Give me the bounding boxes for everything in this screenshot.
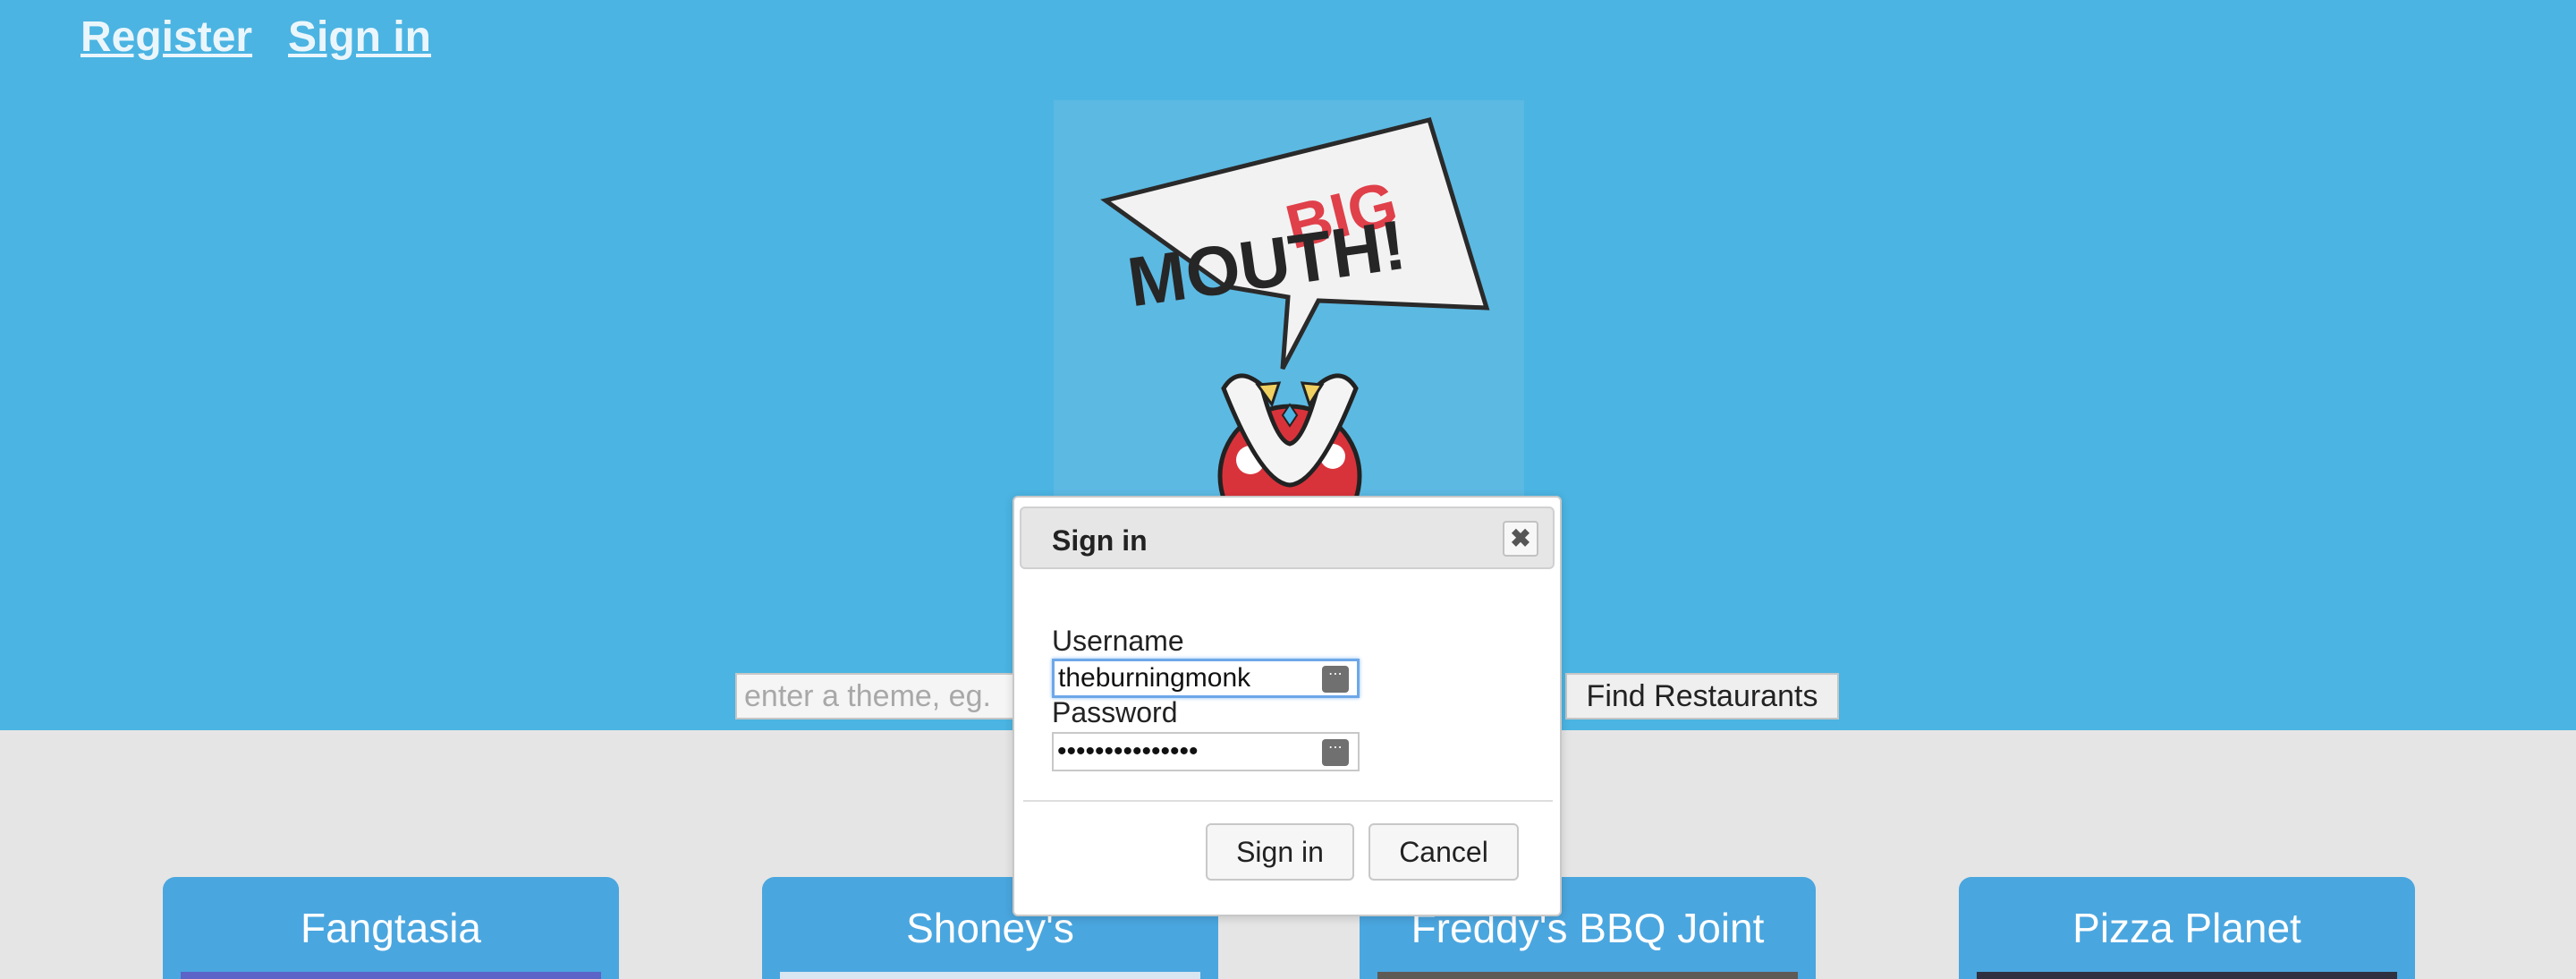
password-manager-icon[interactable]: ⋯ [1322,666,1349,693]
page: Register Sign in BIG MOUTH! Find Restaur… [0,0,2576,979]
register-link[interactable]: Register [80,13,252,62]
cancel-button[interactable]: Cancel [1368,823,1519,881]
big-mouth-logo: BIG MOUTH! [1054,100,1524,505]
username-label: Username [1052,625,1184,657]
password-manager-icon[interactable]: ⋯ [1322,739,1349,766]
restaurant-name: Fangtasia [300,905,481,951]
close-icon[interactable]: ✖ [1503,521,1538,557]
restaurant-image [181,972,601,979]
dialog-divider [1023,800,1553,802]
restaurant-image [1377,972,1798,979]
username-field[interactable] [1052,659,1360,698]
signin-dialog: Sign in ✖ Username ⋯ Password ⋯ Sign in … [1013,496,1562,916]
dialog-title: Sign in [1052,524,1148,557]
password-label: Password [1052,696,1178,728]
restaurant-image [780,972,1200,979]
password-field[interactable] [1052,732,1360,771]
signin-link[interactable]: Sign in [288,13,431,62]
restaurant-image [1977,972,2397,979]
restaurant-name: Pizza Planet [2072,905,2301,951]
restaurant-card[interactable]: Pizza Planet [1959,877,2415,979]
theme-search-input[interactable] [735,673,1021,719]
restaurant-card[interactable]: Fangtasia [163,877,619,979]
signin-button[interactable]: Sign in [1206,823,1354,881]
find-restaurants-button[interactable]: Find Restaurants [1565,673,1839,719]
dialog-titlebar[interactable]: Sign in ✖ [1020,507,1555,569]
logo-graphic: BIG MOUTH! [1100,117,1490,505]
